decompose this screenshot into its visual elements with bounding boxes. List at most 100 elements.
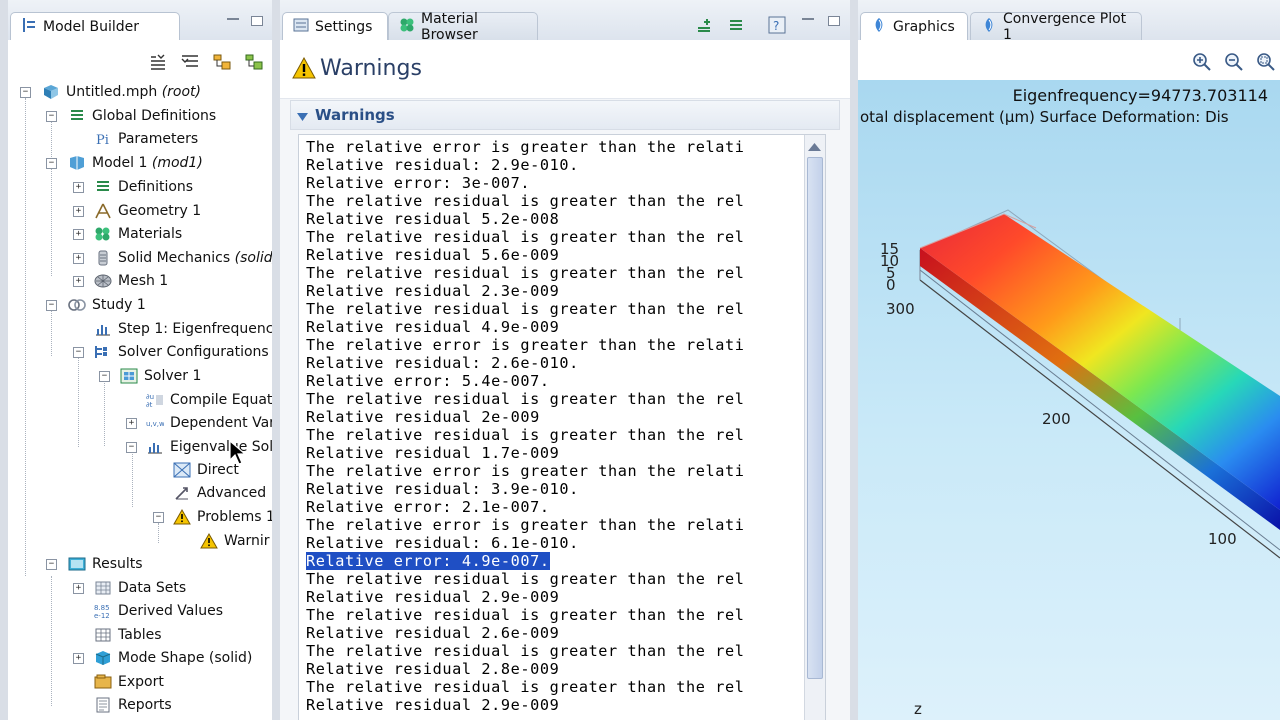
log-line[interactable]: Relative residual 5.2e-008	[306, 210, 744, 228]
tree-item-parameters[interactable]: Pi Parameters	[94, 128, 198, 150]
expander-problems-1[interactable]: −	[153, 512, 164, 523]
expander-eigenvalue-solver[interactable]: −	[126, 442, 137, 453]
tab-settings[interactable]: Settings	[282, 12, 388, 40]
log-line[interactable]: Relative residual 4.9e-009	[306, 318, 744, 336]
collapse-icon[interactable]	[180, 53, 200, 71]
tree-item-solid-mechanics[interactable]: Solid Mechanics (solid)	[94, 247, 272, 269]
tree-item-compile-equations[interactable]: ∂u ∂t Compile Equati	[146, 389, 272, 411]
log-line[interactable]: Relative residual 1.7e-009	[306, 444, 744, 462]
zoom-box-icon[interactable]	[1256, 52, 1276, 76]
tree-item-tables[interactable]: Tables	[94, 624, 162, 646]
tree-item-reports[interactable]: Reports	[94, 694, 172, 716]
expander-solver-1[interactable]: −	[99, 371, 110, 382]
tree-item-derived-values[interactable]: 8.85 e-12 Derived Values	[94, 600, 223, 622]
log-line[interactable]: Relative residual: 2.9e-010.	[306, 156, 744, 174]
log-line[interactable]: Relative residual: 2.6e-010.	[306, 354, 744, 372]
tree-item-solver-configurations[interactable]: Solver Configurations	[94, 341, 269, 363]
expander-dependent-variables[interactable]: +	[126, 418, 137, 429]
graphics-viewport[interactable]: Eigenfrequency=94773.703114 otal displac…	[858, 80, 1280, 720]
log-line[interactable]: The relative residual is greater than th…	[306, 606, 744, 624]
log-line[interactable]: The relative residual is greater than th…	[306, 426, 744, 444]
warnings-log[interactable]: The relative error is greater than the r…	[298, 134, 826, 720]
tree-item-eigenvalue-solver[interactable]: Eigenvalue Sol	[146, 436, 272, 458]
expander-model-1[interactable]: −	[46, 158, 57, 169]
tree-item-solver-1[interactable]: Solver 1	[120, 365, 201, 387]
log-line[interactable]: Relative residual 2e-009	[306, 408, 744, 426]
expander-mesh-1[interactable]: +	[73, 276, 84, 287]
log-line[interactable]: Relative error: 5.4e-007.	[306, 372, 744, 390]
tab-material-browser[interactable]: Material Browser	[388, 11, 538, 43]
log-line[interactable]: The relative error is greater than the r…	[306, 462, 744, 480]
log-line[interactable]: The relative residual is greater than th…	[306, 570, 744, 588]
log-line[interactable]: Relative residual 2.6e-009	[306, 624, 744, 642]
tab-graphics[interactable]: Graphics	[860, 12, 968, 40]
scrollbar-thumb[interactable]	[807, 157, 823, 679]
model-tree-node-icon[interactable]	[244, 53, 264, 71]
tree-item-problems-1[interactable]: Problems 1	[173, 506, 272, 528]
minimize-button[interactable]	[802, 18, 814, 21]
warnings-section-header[interactable]: Warnings	[290, 100, 840, 130]
expander-materials[interactable]: +	[73, 229, 84, 240]
expand-sections-icon[interactable]	[212, 53, 232, 71]
tree-item-results[interactable]: Results	[68, 553, 143, 575]
tree-item-data-sets[interactable]: Data Sets	[94, 577, 186, 599]
log-line[interactable]: The relative residual is greater than th…	[306, 678, 744, 696]
list-icon[interactable]	[728, 18, 744, 36]
log-line[interactable]: Relative residual 2.9e-009	[306, 588, 744, 606]
beam-plot[interactable]	[858, 80, 1280, 720]
tree-item-untitled[interactable]: Untitled.mph (root)	[42, 81, 201, 103]
log-line[interactable]: The relative residual is greater than th…	[306, 300, 744, 318]
maximize-button[interactable]	[828, 16, 840, 26]
log-line[interactable]: Relative residual 2.9e-009	[306, 696, 744, 714]
tree-item-geometry-1[interactable]: Geometry 1	[94, 200, 201, 222]
tree-item-mesh-1[interactable]: Mesh 1	[94, 270, 168, 292]
log-line[interactable]: The relative residual is greater than th…	[306, 228, 744, 246]
tree-item-study-1[interactable]: Study 1	[68, 294, 146, 316]
expander-data-sets[interactable]: +	[73, 583, 84, 594]
log-line[interactable]: The relative error is greater than the r…	[306, 516, 744, 534]
expander-mode-shape[interactable]: +	[73, 653, 84, 664]
expander-study-1[interactable]: −	[46, 300, 57, 311]
zoom-in-icon[interactable]	[1192, 52, 1212, 76]
tree-item-definitions[interactable]: Definitions	[94, 176, 193, 198]
log-line[interactable]: Relative residual: 6.1e-010.	[306, 534, 744, 552]
tab-convergence-plot[interactable]: Convergence Plot 1	[970, 11, 1142, 43]
warnings-log-lines[interactable]: The relative error is greater than the r…	[306, 138, 744, 714]
log-line[interactable]: Relative residual 2.8e-009	[306, 660, 744, 678]
tree-item-dependent-variables[interactable]: u,v,w Dependent Var	[146, 412, 272, 434]
help-icon[interactable]: ?	[768, 16, 786, 38]
log-line[interactable]: Relative error: 2.1e-007.	[306, 498, 744, 516]
scroll-up-icon[interactable]	[808, 140, 821, 156]
tree-item-materials[interactable]: Materials	[94, 223, 182, 245]
tree-item-model-1[interactable]: Model 1 (mod1)	[68, 152, 203, 174]
expander-root[interactable]: −	[20, 87, 31, 98]
expander-definitions[interactable]: +	[73, 182, 84, 193]
vertical-scrollbar[interactable]	[804, 135, 825, 720]
log-line[interactable]: The relative residual is greater than th…	[306, 642, 744, 660]
add-icon[interactable]	[696, 18, 712, 36]
log-line[interactable]: Relative residual 2.3e-009	[306, 282, 744, 300]
tab-model-builder[interactable]: Model Builder	[10, 12, 180, 40]
log-line[interactable]: The relative error is greater than the r…	[306, 336, 744, 354]
log-line[interactable]: The relative residual is greater than th…	[306, 390, 744, 408]
tree-item-export[interactable]: Export	[94, 671, 164, 693]
minimize-button[interactable]	[227, 18, 239, 21]
expander-solver-configurations[interactable]: −	[73, 347, 84, 358]
show-more-icon[interactable]	[148, 53, 168, 71]
expander-results[interactable]: −	[46, 559, 57, 570]
log-line[interactable]: Relative residual: 3.9e-010.	[306, 480, 744, 498]
tree-item-step-1[interactable]: Step 1: Eigenfrequenc	[94, 318, 272, 340]
expander-geometry-1[interactable]: +	[73, 206, 84, 217]
maximize-button[interactable]	[251, 16, 263, 26]
expander-solid-mechanics[interactable]: +	[73, 253, 84, 264]
expander-global-definitions[interactable]: −	[46, 111, 57, 122]
log-line[interactable]: The relative residual is greater than th…	[306, 192, 744, 210]
log-line[interactable]: The relative residual is greater than th…	[306, 264, 744, 282]
log-line-selected[interactable]: Relative error: 4.9e-007.	[306, 552, 744, 570]
tree-item-global-definitions[interactable]: Global Definitions	[68, 105, 216, 127]
log-line[interactable]: The relative error is greater than the r…	[306, 138, 744, 156]
tree-item-warning[interactable]: Warnir	[200, 530, 270, 552]
tree-item-advanced[interactable]: Advanced	[173, 482, 266, 504]
log-line[interactable]: Relative error: 3e-007.	[306, 174, 744, 192]
tree-item-mode-shape[interactable]: Mode Shape (solid)	[94, 647, 252, 669]
